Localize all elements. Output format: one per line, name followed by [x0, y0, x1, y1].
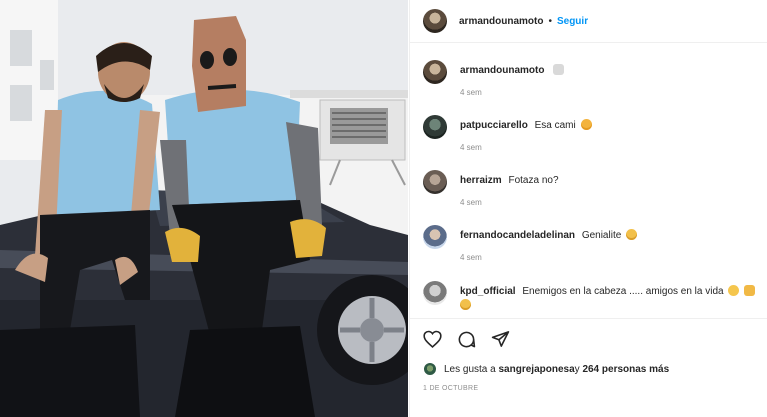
avatar[interactable]	[423, 60, 447, 84]
avatar[interactable]	[423, 225, 447, 249]
avatar[interactable]	[423, 170, 447, 194]
post-side-panel: armandounamoto • Seguir armandounamoto 4…	[409, 0, 767, 417]
comment-time[interactable]: 4 sem	[460, 253, 637, 262]
comment-username[interactable]: herraizm	[460, 175, 502, 186]
comment-username[interactable]: fernandocandeladelinan	[460, 230, 575, 241]
screaming-face-icon	[626, 229, 638, 240]
cat-face-icon	[553, 64, 565, 75]
post-photo[interactable]	[0, 0, 408, 417]
header-separator: •	[548, 15, 552, 27]
comment-icon[interactable]	[456, 329, 476, 349]
list-item: herraizm Fotaza no? 4 sem	[423, 170, 763, 207]
comment-time[interactable]: 4 sem	[460, 88, 564, 97]
comment-username[interactable]: armandounamoto	[460, 65, 544, 76]
likes-middle: y	[574, 363, 580, 375]
post-header: armandounamoto • Seguir	[410, 0, 767, 43]
comment-text: Esa cami	[534, 120, 576, 131]
post-actions: Les gusta a sangrejaponesa y 264 persona…	[410, 318, 767, 417]
heart-eyes-face-icon	[580, 119, 592, 130]
clapping-hands-icon	[744, 285, 756, 296]
list-item: patpucciarello Esa cami 4 sem	[423, 115, 763, 152]
post-date: 1 DE OCTUBRE	[423, 385, 479, 392]
likes-count[interactable]: 264 personas más	[582, 364, 669, 375]
likes-first-user[interactable]: sangrejaponesa	[499, 364, 575, 375]
list-item: armandounamoto 4 sem	[423, 60, 763, 97]
comment-text: Fotaza no?	[508, 175, 559, 186]
avatar[interactable]	[423, 362, 437, 376]
comment-text: Genialite	[581, 230, 622, 241]
list-item: kpd_official Enemigos en la cabeza .....…	[423, 281, 763, 313]
header-username[interactable]: armandounamoto	[459, 16, 543, 27]
sweat-smile-face-icon	[728, 285, 740, 296]
comment-time[interactable]: 4 sem	[460, 143, 592, 152]
avatar[interactable]	[423, 281, 447, 305]
avatar[interactable]	[423, 9, 447, 33]
likes-prefix: Les gusta a	[444, 363, 496, 375]
follow-button[interactable]: Seguir	[557, 16, 588, 27]
comment-time[interactable]: 4 sem	[460, 198, 559, 207]
likes-summary: Les gusta a sangrejaponesa y 264 persona…	[423, 362, 669, 376]
comments-list[interactable]: armandounamoto 4 sem patpucciarello Esa …	[410, 44, 767, 318]
list-item: fernandocandeladelinan Genialite 4 sem	[423, 225, 763, 262]
share-icon[interactable]	[490, 329, 510, 349]
heart-icon[interactable]	[422, 329, 442, 349]
post-photo-illustration	[0, 0, 408, 417]
comment-text: Enemigos en la cabeza ..... amigos en la…	[522, 286, 724, 297]
avatar[interactable]	[423, 115, 447, 139]
comment-username[interactable]: kpd_official	[460, 286, 516, 297]
comment-username[interactable]: patpucciarello	[460, 120, 528, 131]
screaming-face-icon	[460, 299, 471, 310]
